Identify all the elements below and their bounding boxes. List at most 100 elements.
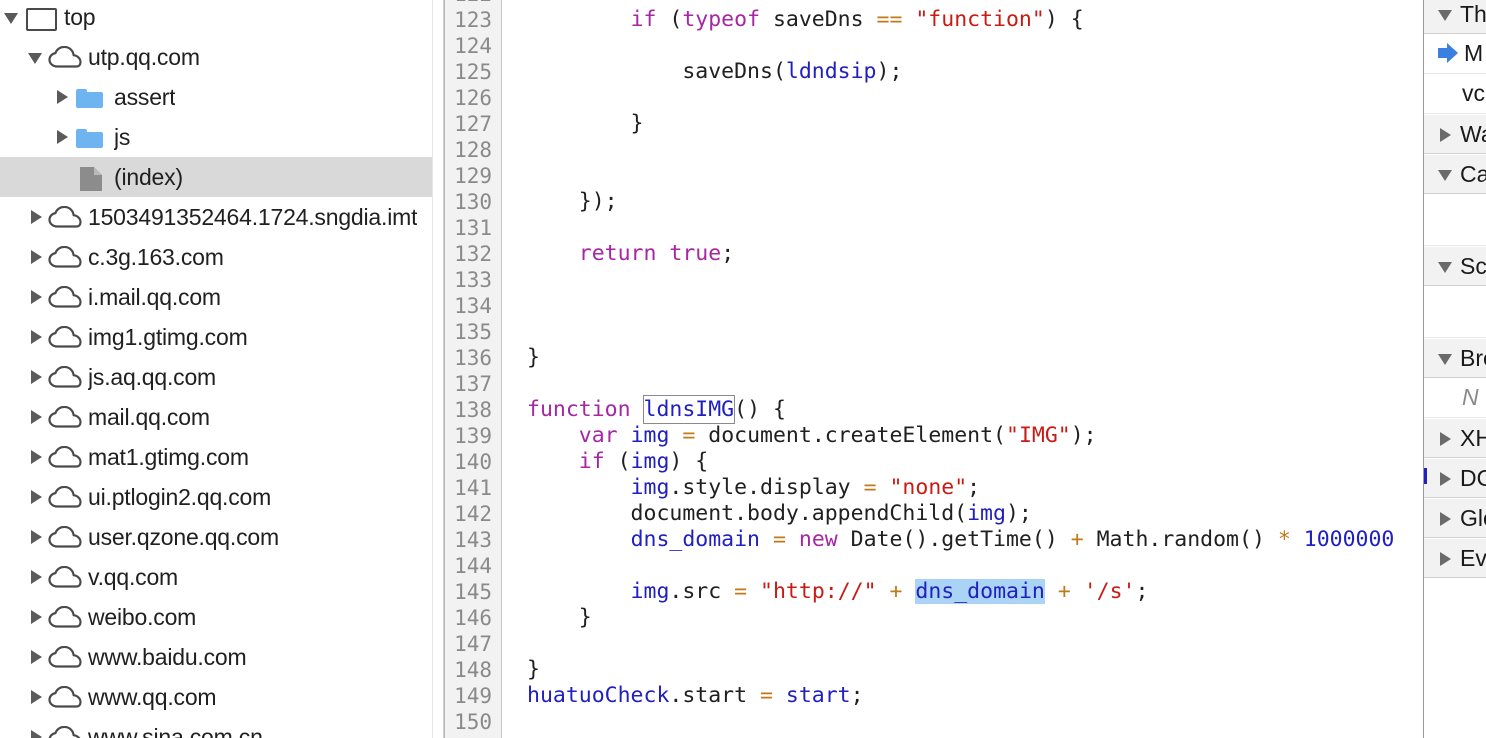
tree-item-user-qzone-qq-com[interactable]: user.qzone.qq.com	[0, 517, 444, 557]
line-number[interactable]: 150	[445, 709, 501, 735]
chevron-right-icon[interactable]	[26, 517, 48, 557]
line-number[interactable]: 126	[445, 85, 501, 111]
line-number[interactable]: 143	[445, 527, 501, 553]
chevron-down-icon[interactable]	[1438, 338, 1460, 378]
code-line[interactable]: img.src = "http://" + dns_domain + '/s';	[503, 579, 1423, 605]
chevron-right-icon[interactable]	[1438, 458, 1460, 498]
chevron-right-icon[interactable]	[26, 197, 48, 237]
tree-item-i-mail-qq-com[interactable]: i.mail.qq.com	[0, 277, 444, 317]
line-number[interactable]: 131	[445, 215, 501, 241]
sidebar-thread-active[interactable]: M	[1424, 34, 1486, 74]
tree-item--index-[interactable]: (index)	[0, 157, 444, 197]
code-line[interactable]: huatuoCheck.start = start;	[503, 683, 1423, 709]
source-code-editor[interactable]: 1221231241251261271281291301311321331341…	[444, 0, 1423, 738]
line-number[interactable]: 123	[445, 7, 501, 33]
code-line[interactable]: if (img) {	[503, 449, 1423, 475]
line-number[interactable]: 122	[445, 0, 501, 7]
sidebar-section-dom-breakpoints[interactable]: DO	[1424, 458, 1486, 498]
line-number[interactable]: 149	[445, 683, 501, 709]
line-number[interactable]: 133	[445, 267, 501, 293]
sidebar-section-breakpoints[interactable]: Bre	[1424, 338, 1486, 378]
chevron-right-icon[interactable]	[26, 477, 48, 517]
code-line[interactable]	[503, 137, 1423, 163]
line-number[interactable]: 144	[445, 553, 501, 579]
code-line[interactable]	[503, 85, 1423, 111]
line-number[interactable]: 125	[445, 59, 501, 85]
line-number[interactable]: 141	[445, 475, 501, 501]
line-number[interactable]: 137	[445, 371, 501, 397]
line-number[interactable]: 138	[445, 397, 501, 423]
sidebar-section-event-listener-breakpoints[interactable]: Ev	[1424, 538, 1486, 578]
sidebar-section-threads[interactable]: Th	[1424, 0, 1486, 34]
chevron-right-icon[interactable]	[1438, 418, 1460, 458]
tree-item-weibo-com[interactable]: weibo.com	[0, 597, 444, 637]
line-number[interactable]: 135	[445, 319, 501, 345]
line-number[interactable]: 136	[445, 345, 501, 371]
chevron-right-icon[interactable]	[26, 397, 48, 437]
code-line[interactable]	[503, 163, 1423, 189]
line-number[interactable]: 145	[445, 579, 501, 605]
chevron-right-icon[interactable]	[26, 677, 48, 717]
code-line[interactable]	[503, 709, 1423, 735]
tree-item-v-qq-com[interactable]: v.qq.com	[0, 557, 444, 597]
chevron-right-icon[interactable]	[26, 437, 48, 477]
code-line[interactable]	[503, 631, 1423, 657]
code-line[interactable]	[503, 293, 1423, 319]
tree-item-www-baidu-com[interactable]: www.baidu.com	[0, 637, 444, 677]
code-line[interactable]: return true;	[503, 241, 1423, 267]
code-line[interactable]: dns_domain = new Date().getTime() + Math…	[503, 527, 1423, 553]
tree-item-1503491352464-1724-sngdia-imt[interactable]: 1503491352464.1724.sngdia.imt	[0, 197, 444, 237]
line-number[interactable]: 130	[445, 189, 501, 215]
line-number[interactable]: 132	[445, 241, 501, 267]
chevron-right-icon[interactable]	[1438, 498, 1460, 538]
sidebar-section-global-listeners[interactable]: Glo	[1424, 498, 1486, 538]
code-line[interactable]	[503, 0, 1423, 7]
line-number[interactable]: 147	[445, 631, 501, 657]
navigator-scrollbar[interactable]	[432, 0, 443, 738]
sidebar-section-xhr-breakpoints[interactable]: XH	[1424, 418, 1486, 458]
code-content[interactable]: if (typeof saveDns == "function") { save…	[503, 0, 1423, 738]
tree-item-js-aq-qq-com[interactable]: js.aq.qq.com	[0, 357, 444, 397]
code-line[interactable]: }	[503, 657, 1423, 683]
tree-item-js[interactable]: js	[0, 117, 444, 157]
chevron-right-icon[interactable]	[26, 637, 48, 677]
tree-item-ui-ptlogin2-qq-com[interactable]: ui.ptlogin2.qq.com	[0, 477, 444, 517]
code-line[interactable]	[503, 319, 1423, 345]
line-number[interactable]: 140	[445, 449, 501, 475]
code-line[interactable]: if (typeof saveDns == "function") {	[503, 7, 1423, 33]
line-number-gutter[interactable]: 1221231241251261271281291301311321331341…	[445, 0, 502, 738]
code-line[interactable]: }	[503, 111, 1423, 137]
tree-item-www-qq-com[interactable]: www.qq.com	[0, 677, 444, 717]
code-line[interactable]: }	[503, 605, 1423, 631]
chevron-right-icon[interactable]	[26, 317, 48, 357]
chevron-down-icon[interactable]	[1438, 154, 1460, 194]
chevron-right-icon[interactable]	[26, 237, 48, 277]
line-number[interactable]: 124	[445, 33, 501, 59]
code-line[interactable]: }	[503, 345, 1423, 371]
code-line[interactable]: });	[503, 189, 1423, 215]
chevron-down-icon[interactable]	[26, 37, 48, 77]
line-number[interactable]: 146	[445, 605, 501, 631]
tree-item-assert[interactable]: assert	[0, 77, 444, 117]
chevron-right-icon[interactable]	[1438, 114, 1460, 154]
chevron-right-icon[interactable]	[52, 77, 74, 117]
code-line[interactable]: saveDns(ldndsip);	[503, 59, 1423, 85]
sidebar-section-scope[interactable]: Sc	[1424, 246, 1486, 286]
chevron-down-icon[interactable]	[2, 0, 24, 37]
line-number[interactable]: 127	[445, 111, 501, 137]
line-number[interactable]: 148	[445, 657, 501, 683]
line-number[interactable]: 128	[445, 137, 501, 163]
sidebar-thread-worker[interactable]: vc	[1424, 74, 1486, 114]
code-line[interactable]: document.body.appendChild(img);	[503, 501, 1423, 527]
line-number[interactable]: 142	[445, 501, 501, 527]
chevron-down-icon[interactable]	[1438, 246, 1460, 286]
tree-item-mail-qq-com[interactable]: mail.qq.com	[0, 397, 444, 437]
line-number[interactable]: 134	[445, 293, 501, 319]
line-number[interactable]: 129	[445, 163, 501, 189]
sidebar-section-watch[interactable]: Wa	[1424, 114, 1486, 154]
code-line[interactable]: img.style.display = "none";	[503, 475, 1423, 501]
tree-item-www-sina-com-cn[interactable]: www.sina.com.cn	[0, 717, 444, 738]
tree-item-utp-qq-com[interactable]: utp.qq.com	[0, 37, 444, 77]
code-line[interactable]: var img = document.createElement("IMG");	[503, 423, 1423, 449]
line-number[interactable]: 139	[445, 423, 501, 449]
